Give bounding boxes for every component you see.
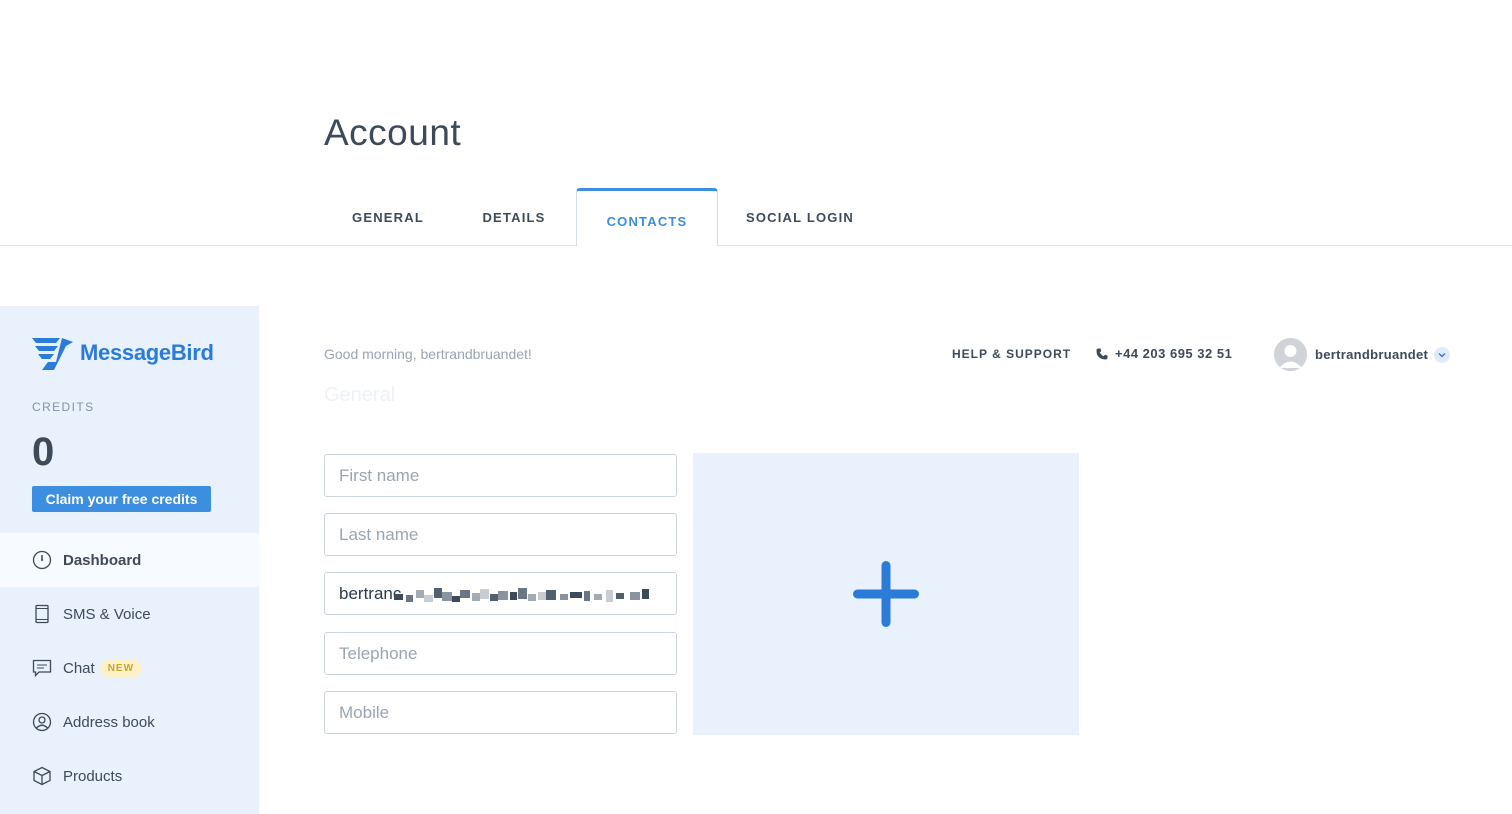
redaction-pixel [442, 592, 452, 601]
redaction-pixel [584, 591, 590, 601]
redaction-pixel [490, 594, 498, 601]
tab-social-login[interactable]: SOCIAL LOGIN [718, 188, 882, 246]
redaction-pixel [452, 596, 460, 602]
sidebar: MessageBird CREDITS 0 Claim your free cr… [0, 306, 259, 814]
sidebar-item-chat[interactable]: Chat NEW [0, 641, 259, 695]
user-avatar-icon [1274, 338, 1307, 371]
redaction-pixel [518, 588, 527, 599]
redaction-pixel [606, 590, 613, 602]
phone-device-icon [32, 604, 52, 624]
chevron-down-icon[interactable] [1434, 346, 1451, 363]
phone-icon [1096, 348, 1108, 359]
sidebar-item-dashboard[interactable]: Dashboard [0, 533, 259, 587]
redaction-pixel [406, 595, 413, 602]
page-title: Account [324, 112, 462, 153]
redaction-pixel [424, 595, 433, 602]
brand-name: MessageBird [80, 340, 214, 365]
telephone-input[interactable] [339, 633, 676, 674]
redaction-pixel [434, 588, 442, 598]
sidebar-item-label: Chat [63, 659, 95, 677]
redaction-pixel [510, 592, 517, 600]
sidebar-item-address-book[interactable]: Address book [0, 695, 259, 749]
chat-icon [32, 658, 52, 678]
section-title: General [324, 384, 396, 406]
redaction-pixel [570, 592, 582, 598]
support-phone[interactable]: +44 203 695 32 51 [1096, 346, 1232, 361]
credits-value: 0 [32, 430, 55, 474]
brand-logo[interactable]: MessageBird [32, 336, 214, 370]
avatar [1274, 338, 1307, 371]
first-name-input[interactable] [339, 455, 676, 496]
tabs-divider [0, 245, 1512, 246]
avatar-upload-button[interactable] [693, 453, 1079, 735]
redaction-pixel [394, 594, 403, 600]
user-circle-icon [32, 712, 52, 732]
tab-general[interactable]: GENERAL [324, 188, 452, 246]
sidebar-item-sms-voice[interactable]: SMS & Voice [0, 587, 259, 641]
sidebar-item-label: SMS & Voice [63, 605, 151, 623]
sidebar-item-label: Dashboard [63, 551, 142, 569]
account-tabs: GENERAL DETAILS CONTACTS SOCIAL LOGIN [324, 188, 882, 246]
help-support-link[interactable]: HELP & SUPPORT [952, 347, 1071, 361]
phone-number: +44 203 695 32 51 [1115, 346, 1233, 361]
redaction-pixel [616, 593, 624, 599]
claim-credits-button[interactable]: Claim your free credits [32, 486, 211, 512]
last-name-field[interactable] [324, 513, 677, 556]
redaction-pixel [460, 590, 470, 598]
redaction-pixel [560, 594, 568, 600]
redaction-pixel [498, 591, 508, 600]
redaction-pixel [630, 592, 640, 600]
credits-label: CREDITS [32, 400, 95, 414]
last-name-input[interactable] [339, 514, 676, 555]
redacted-email-mask [394, 584, 654, 604]
redaction-pixel [416, 590, 424, 598]
first-name-field[interactable] [324, 454, 677, 497]
redaction-pixel [480, 589, 489, 599]
mobile-field[interactable] [324, 691, 677, 734]
redaction-pixel [528, 594, 536, 601]
new-badge: NEW [99, 659, 143, 677]
user-menu[interactable]: bertrandbruandet [1274, 338, 1451, 371]
tab-contacts[interactable]: CONTACTS [576, 188, 718, 246]
redaction-pixel [546, 590, 556, 600]
username: bertrandbruandet [1315, 347, 1429, 362]
mobile-input[interactable] [339, 692, 676, 733]
sidebar-item-label: Address book [63, 713, 155, 731]
dashboard-icon [32, 550, 52, 570]
sidebar-item-label: Products [63, 767, 123, 785]
redaction-pixel [642, 589, 649, 599]
tab-details[interactable]: DETAILS [452, 188, 576, 246]
greeting-text: Good morning, bertrandbruandet! [324, 346, 532, 362]
telephone-field[interactable] [324, 632, 677, 675]
sidebar-item-products[interactable]: Products [0, 749, 259, 803]
redaction-pixel [594, 594, 602, 600]
redaction-pixel [472, 593, 480, 601]
redaction-pixel [538, 592, 546, 600]
messagebird-logo-icon [32, 338, 73, 370]
plus-icon [853, 561, 919, 627]
box-icon [32, 766, 52, 786]
